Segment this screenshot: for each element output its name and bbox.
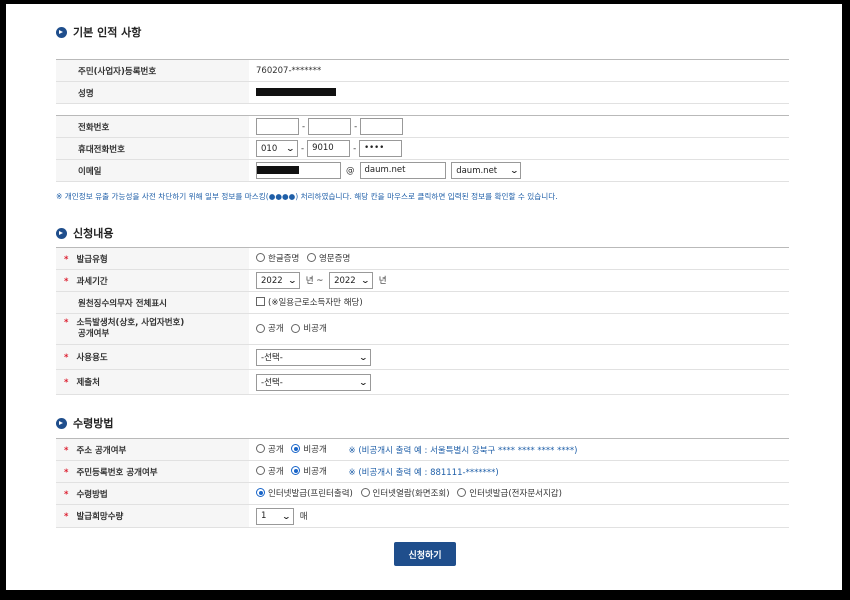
table-row: * 발급희망수량 1 ⌄ 매 [56,504,789,528]
radio-icon [256,253,265,263]
table-row: * 발급유형 한글증명 영문증명 [56,247,789,270]
table-row: 전화번호 -- [56,115,789,138]
radio-internet-print[interactable]: 인터넷발급(프린터출력) [256,487,353,499]
submit-to-label: * 제출처 [56,369,249,395]
table-row: 휴대전화번호 010 ⌄ -9010- •••• [56,137,789,160]
email-label: 이메일 [56,159,249,182]
submit-button[interactable]: 신청하기 [394,542,456,566]
income-label: * 소득발생처(상호, 사업자번호) 공개여부 [56,313,249,345]
radio-e-wallet[interactable]: 인터넷발급(전자문서지갑) [457,487,562,499]
chevron-down-icon: ⌄ [509,166,519,175]
section-title-basic-info: 기본 인적 사항 [56,24,141,40]
radio-rrn-private[interactable]: 비공개 [291,465,327,477]
mobile-prefix-select[interactable]: 010 ⌄ [256,140,298,157]
rrn-label: 주민(사업자)등록번호 [56,59,249,82]
addr-pub-label: * 주소 공개여부 [56,438,249,461]
email-id-masked [257,166,299,174]
chevron-down-icon: ⌄ [361,276,371,285]
submit-to-select[interactable]: -선택- ⌄ [256,373,371,391]
receive-table: * 주소 공개여부 공개 비공개 ※ (비공개시 출력 예 : 서울특별시 강북구… [56,438,789,528]
period-from-select[interactable]: 2022 ⌄ [256,272,300,289]
section-title-receive: 수령방법 [56,415,113,431]
withholding-label: 원천징수의무자 전체표시 [56,291,249,314]
section-bullet-icon [56,227,67,239]
radio-rrn-public[interactable]: 공개 [256,465,284,477]
radio-icon [457,488,467,498]
table-row: * 제출처 -선택- ⌄ [56,369,789,395]
contact-table: 전화번호 -- 휴대전화번호 010 ⌄ -9010- •••• 이메일 @ daum.… [56,115,789,182]
email-domain-select[interactable]: daum.net ⌄ [451,162,522,179]
radio-internet-view[interactable]: 인터넷열람(화면조회) [360,487,450,499]
radio-icon [256,323,265,333]
radio-icon [256,466,265,476]
receive-method-label: * 수령방법 [56,482,249,505]
chevron-down-icon: ⌄ [287,276,298,285]
radio-income-public[interactable]: 공개 [256,322,284,334]
table-row: 이메일 @ daum.net daum.net ⌄ [56,159,789,182]
radio-icon [256,488,265,498]
radio-icon [291,466,301,476]
phone-field-3[interactable] [360,118,404,135]
withholding-checkbox[interactable]: (※일용근로소득자만 해당) [256,296,363,308]
period-label: * 과세기간 [56,269,249,292]
purpose-select[interactable]: -선택- ⌄ [256,348,371,366]
email-domain-field[interactable]: daum.net [359,162,446,179]
chevron-down-icon: ⌄ [358,352,369,362]
section-bullet-icon [56,417,67,429]
table-row: * 주소 공개여부 공개 비공개 ※ (비공개시 출력 예 : 서울특별시 강북구… [56,438,789,461]
basic-info-table: 주민(사업자)등록번호 760207-******* 성명 [56,59,789,104]
email-id-field[interactable] [256,162,341,179]
phone-field-2[interactable] [308,118,352,135]
radio-addr-private[interactable]: 비공개 [291,443,327,455]
checkbox-icon [256,297,265,307]
table-row: * 과세기간 2022 ⌄ 년 ~ 2022 ⌄ 년 [56,269,789,292]
mobile-mid-field[interactable]: 9010 [307,140,351,157]
chevron-down-icon: ⌄ [285,144,296,153]
phone-field-1[interactable] [256,118,299,135]
name-masked-value [256,88,336,96]
chevron-down-icon: ⌄ [358,377,369,387]
name-label: 성명 [56,81,249,104]
purpose-label: * 사용용도 [56,344,249,370]
mobile-label: 휴대전화번호 [56,137,249,160]
radio-icon [291,323,301,333]
radio-icon [256,444,265,454]
qty-label: * 발급희망수량 [56,504,249,528]
mobile-last-field[interactable]: •••• [359,140,403,157]
rrn-pub-label: * 주민등록번호 공개여부 [56,460,249,483]
addr-note: ※ (비공개시 출력 예 : 서울특별시 강북구 **** **** **** … [348,446,578,457]
table-row: 주민(사업자)등록번호 760207-******* [56,59,789,82]
rrn-pub-note: ※ (비공개시 출력 예 : 881111-*******) [348,468,499,479]
table-row: * 수령방법 인터넷발급(프린터출력) 인터넷열람(화면조회) 인터넷발급(전자문… [56,482,789,505]
email-at-sign: @ [346,165,355,176]
table-row: * 주민등록번호 공개여부 공개 비공개 ※ (비공개시 출력 예 : 88111… [56,460,789,483]
rrn-value: 760207-******* [249,59,789,82]
table-row: * 소득발생처(상호, 사업자번호) 공개여부 공개 비공개 [56,313,789,345]
section-title-application: 신청내용 [56,225,113,241]
section-bullet-icon [56,26,67,38]
radio-korean[interactable]: 한글증명 [256,252,299,264]
radio-icon [360,488,370,498]
masking-notice: ※ 개인정보 유출 가능성을 사전 차단하기 위해 일부 정보를 마스킹(●●●… [56,192,558,201]
radio-income-private[interactable]: 비공개 [291,322,327,334]
chevron-down-icon: ⌄ [281,511,292,521]
phone-label: 전화번호 [56,115,249,138]
qty-select[interactable]: 1 ⌄ [256,507,294,525]
radio-addr-public[interactable]: 공개 [256,443,284,455]
issue-type-label: * 발급유형 [56,247,249,270]
period-to-select[interactable]: 2022 ⌄ [329,272,374,289]
radio-icon [291,444,301,454]
application-table: * 발급유형 한글증명 영문증명 * 과세기간 2022 ⌄ 년 ~ 2022 ⌄ 년 … [56,247,789,395]
table-row: * 사용용도 -선택- ⌄ [56,344,789,370]
radio-english[interactable]: 영문증명 [306,252,350,264]
table-row: 원천징수의무자 전체표시 (※일용근로소득자만 해당) [56,291,789,314]
table-row: 성명 [56,81,789,104]
radio-icon [306,253,316,263]
